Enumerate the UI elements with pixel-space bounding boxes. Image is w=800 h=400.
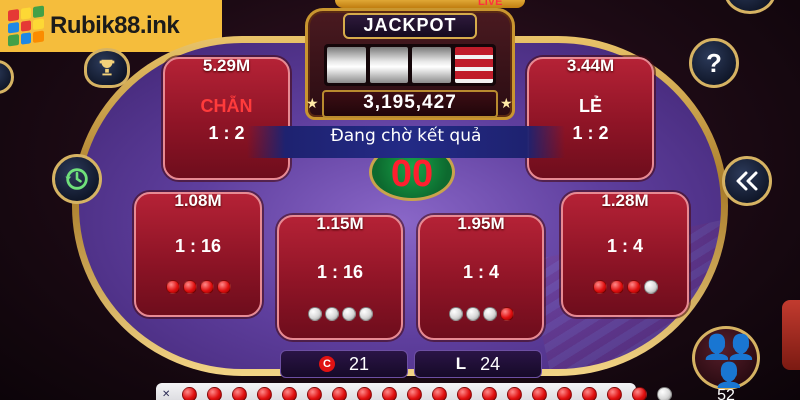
star-icon: ★ [500,96,513,112]
ball-combo [279,307,401,321]
chan-icon: C [318,356,335,372]
red-ball-icon [557,386,573,400]
red-ball-icon [592,280,607,294]
red-ball-icon [582,386,598,400]
trophy-button[interactable] [84,48,130,88]
chan-count: 21 [348,353,370,374]
red-ball-icon [626,280,641,294]
players-button[interactable]: 👤👤👤 52 [692,326,760,400]
white-ball-icon [448,307,463,321]
white-ball-icon [482,307,497,321]
red-ball-icon [499,307,514,321]
trophy-icon [99,59,115,76]
jackpot-reel [454,47,493,83]
help-button[interactable]: ? [689,38,739,88]
red-ball-icon [232,386,248,400]
side-tab[interactable] [782,300,800,370]
white-ball-icon [465,307,480,321]
red-ball-icon [432,386,448,400]
history-balls [182,386,673,400]
white-ball-icon [657,386,673,400]
status-banner: Đang chờ kết quả [247,126,565,158]
red-ball-icon [407,386,423,400]
result-history-strip[interactable]: ✕ [156,383,673,400]
red-ball-icon [307,386,323,400]
bet-name: CHẴN [200,96,253,116]
bet-odds: 1 : 4 [606,236,644,256]
red-ball-icon [182,280,197,294]
white-ball-icon [341,307,356,321]
red-ball-icon [165,280,180,294]
white-ball-icon [643,280,658,294]
ball-combo [563,280,687,294]
chan-tally: C 21 [280,350,408,378]
white-ball-icon [324,307,339,321]
history-marker-icon: ✕ [162,388,171,400]
history-button[interactable] [52,154,102,204]
red-ball-icon [507,386,523,400]
red-ball-icon [482,386,498,400]
red-ball-icon [257,386,273,400]
jackpot-label: JACKPOT [343,13,477,39]
red-ball-icon [609,280,624,294]
bet-odds: 1 : 16 [174,236,222,256]
red-ball-icon [199,280,214,294]
menu-button[interactable] [724,0,776,14]
red-ball-icon [182,386,198,400]
bet-amount: 5.29M [202,56,251,75]
jackpot-reel [369,47,408,83]
double-chevron-left-icon [736,171,758,191]
jackpot-reels [324,44,496,86]
bet-name: LẺ [578,96,602,116]
bet-box-three-white[interactable]: 1.95M 1 : 4 [418,214,544,340]
collapse-button[interactable] [722,156,772,206]
edge-button[interactable] [0,60,14,94]
bet-box-chan[interactable]: 5.29M CHẴN 1 : 2 [163,56,290,180]
bet-odds: 1 : 4 [462,262,500,282]
red-ball-icon [457,386,473,400]
bet-amount: 1.28M [601,191,649,210]
scoreboard: C 21 L 24 [280,350,542,378]
red-ball-icon [207,386,223,400]
jackpot-reel [412,47,451,83]
red-ball-icon [216,280,231,294]
white-ball-icon [307,307,322,321]
red-ball-icon [632,386,648,400]
red-ball-icon [532,386,548,400]
bet-odds: 1 : 16 [316,262,364,282]
red-ball-icon [357,386,373,400]
white-ball-icon [358,307,373,321]
le-count: 24 [480,353,501,374]
history-icon [65,168,88,190]
ball-combo [420,307,542,321]
logo-text: Rubik88.ink [50,12,180,39]
ball-combo [136,280,260,294]
bet-box-four-white[interactable]: 1.15M 1 : 16 [277,214,403,340]
players-count: 52 [717,387,735,400]
le-icon: L [455,354,467,373]
live-badge: LIVE [478,0,503,8]
bet-amount: 3.44M [566,56,615,75]
star-icon: ★ [306,96,319,112]
bet-amount: 1.95M [457,214,505,233]
red-ball-icon [607,386,623,400]
jackpot-amount: 3,195,427 [322,90,498,118]
le-tally: L 24 [414,350,542,378]
rubik-cube-icon [8,5,44,47]
red-ball-icon [282,386,298,400]
bet-box-three-red[interactable]: 1.28M 1 : 4 [561,191,689,317]
bet-box-le[interactable]: 3.44M LẺ 1 : 2 [527,56,654,180]
jackpot-reel [327,47,366,83]
red-ball-icon [332,386,348,400]
players-icon: 👤👤👤 [702,333,756,389]
bet-box-four-red[interactable]: 1.08M 1 : 16 [134,191,262,317]
bet-amount: 1.08M [174,191,222,210]
red-ball-icon [382,386,398,400]
bet-amount: 1.15M [316,214,364,233]
